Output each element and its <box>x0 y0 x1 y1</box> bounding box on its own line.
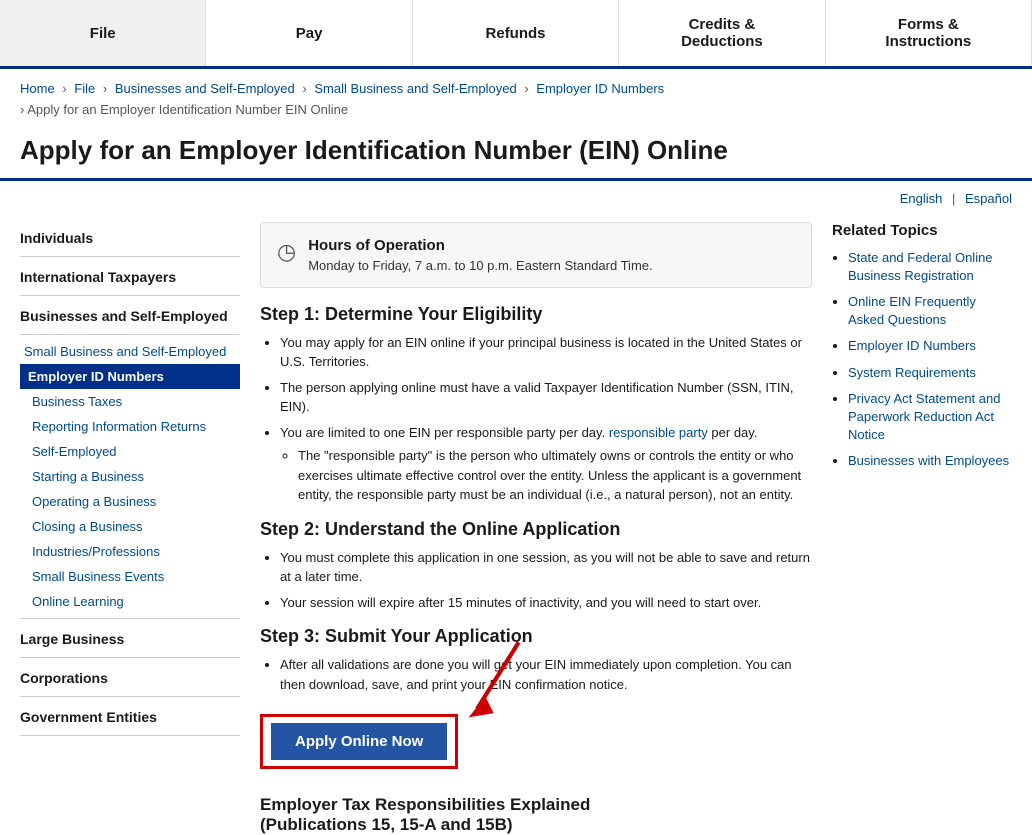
nav-credits[interactable]: Credits & Deductions <box>619 0 825 66</box>
sidebar-operating[interactable]: Operating a Business <box>20 489 240 514</box>
sidebar-item-individuals[interactable]: Individuals <box>20 222 240 252</box>
step1-sub-bullet: The "responsible party" is the person wh… <box>298 446 812 505</box>
step2-list: You must complete this application in on… <box>260 548 812 613</box>
sidebar-industries[interactable]: Industries/Professions <box>20 539 240 564</box>
page-title: Apply for an Employer Identification Num… <box>0 125 1032 181</box>
breadcrumb-current-text: Apply for an Employer Identification Num… <box>27 102 348 117</box>
top-nav: File Pay Refunds Credits & Deductions Fo… <box>0 0 1032 69</box>
nav-forms[interactable]: Forms & Instructions <box>826 0 1032 66</box>
sidebar-events[interactable]: Small Business Events <box>20 564 240 589</box>
step1-list: You may apply for an EIN online if your … <box>260 333 812 505</box>
sidebar-small-business[interactable]: Small Business and Self-Employed <box>20 339 240 364</box>
related-link-6: Businesses with Employees <box>848 452 1012 470</box>
sidebar-item-businesses[interactable]: Businesses and Self-Employed <box>20 300 240 330</box>
clock-icon: ◷ <box>277 239 296 265</box>
step1-heading: Step 1: Determine Your Eligibility <box>260 304 812 325</box>
breadcrumb-home[interactable]: Home <box>20 81 55 96</box>
apply-button-section: Apply Online Now <box>260 714 458 769</box>
main-content: ◷ Hours of Operation Monday to Friday, 7… <box>260 212 812 835</box>
step3-heading: Step 3: Submit Your Application <box>260 626 812 647</box>
sidebar-divider <box>20 256 240 257</box>
related-link-1: State and Federal Online Business Regist… <box>848 249 1012 285</box>
sidebar-divider-3 <box>20 334 240 335</box>
sidebar-item-government[interactable]: Government Entities <box>20 701 240 731</box>
breadcrumb: Home › File › Businesses and Self-Employ… <box>0 69 1032 125</box>
sidebar-divider-7 <box>20 735 240 736</box>
breadcrumb-current: › <box>20 102 24 117</box>
step1-bullet-3: You are limited to one EIN per responsib… <box>280 423 812 505</box>
related-link-3: Employer ID Numbers <box>848 337 1012 355</box>
related-link-4: System Requirements <box>848 364 1012 382</box>
related-topics-title: Related Topics <box>832 222 1012 239</box>
sidebar-self-employed[interactable]: Self-Employed <box>20 439 240 464</box>
apply-online-button[interactable]: Apply Online Now <box>271 723 447 760</box>
breadcrumb-small-business[interactable]: Small Business and Self-Employed <box>314 81 516 96</box>
sidebar-divider-2 <box>20 295 240 296</box>
lang-espanol[interactable]: Español <box>965 191 1012 206</box>
hours-text: Monday to Friday, 7 a.m. to 10 p.m. East… <box>308 258 652 273</box>
sidebar-divider-4 <box>20 618 240 619</box>
sidebar: Individuals International Taxpayers Busi… <box>20 212 240 835</box>
step2-heading: Step 2: Understand the Online Applicatio… <box>260 519 812 540</box>
language-selector: English | Español <box>0 181 1032 212</box>
step1-bullet-2: The person applying online must have a v… <box>280 378 812 417</box>
employer-tax-heading: Employer Tax Responsibilities Explained(… <box>260 795 812 835</box>
sidebar-item-corporations[interactable]: Corporations <box>20 662 240 692</box>
step3-bullet-1: After all validations are done you will … <box>280 655 812 694</box>
sidebar-item-large-business[interactable]: Large Business <box>20 623 240 653</box>
hours-title: Hours of Operation <box>308 237 652 254</box>
breadcrumb-businesses[interactable]: Businesses and Self-Employed <box>115 81 295 96</box>
lang-english[interactable]: English <box>900 191 943 206</box>
right-sidebar: Related Topics State and Federal Online … <box>832 212 1012 835</box>
responsible-party-link[interactable]: responsible party <box>609 425 708 440</box>
breadcrumb-file[interactable]: File <box>74 81 95 96</box>
sidebar-business-taxes[interactable]: Business Taxes <box>20 389 240 414</box>
step2-bullet-1: You must complete this application in on… <box>280 548 812 587</box>
sidebar-starting[interactable]: Starting a Business <box>20 464 240 489</box>
sidebar-online-learning[interactable]: Online Learning <box>20 589 240 614</box>
breadcrumb-employer-id[interactable]: Employer ID Numbers <box>536 81 664 96</box>
related-link-2: Online EIN Frequently Asked Questions <box>848 293 1012 329</box>
nav-pay[interactable]: Pay <box>206 0 412 66</box>
sidebar-item-international[interactable]: International Taxpayers <box>20 261 240 291</box>
sidebar-closing[interactable]: Closing a Business <box>20 514 240 539</box>
apply-section: Apply Online Now <box>260 704 812 785</box>
main-layout: Individuals International Taxpayers Busi… <box>0 212 1032 835</box>
hours-box: ◷ Hours of Operation Monday to Friday, 7… <box>260 222 812 288</box>
sidebar-divider-5 <box>20 657 240 658</box>
step1-bullet-1: You may apply for an EIN online if your … <box>280 333 812 372</box>
sidebar-divider-6 <box>20 696 240 697</box>
nav-file[interactable]: File <box>0 0 206 66</box>
related-topics-list: State and Federal Online Business Regist… <box>832 249 1012 471</box>
sidebar-employer-id[interactable]: Employer ID Numbers <box>20 364 240 389</box>
step2-bullet-2: Your session will expire after 15 minute… <box>280 593 812 613</box>
sidebar-reporting[interactable]: Reporting Information Returns <box>20 414 240 439</box>
related-link-5: Privacy Act Statement and Paperwork Redu… <box>848 390 1012 445</box>
step3-list: After all validations are done you will … <box>260 655 812 694</box>
hours-info: Hours of Operation Monday to Friday, 7 a… <box>308 237 652 273</box>
nav-refunds[interactable]: Refunds <box>413 0 619 66</box>
